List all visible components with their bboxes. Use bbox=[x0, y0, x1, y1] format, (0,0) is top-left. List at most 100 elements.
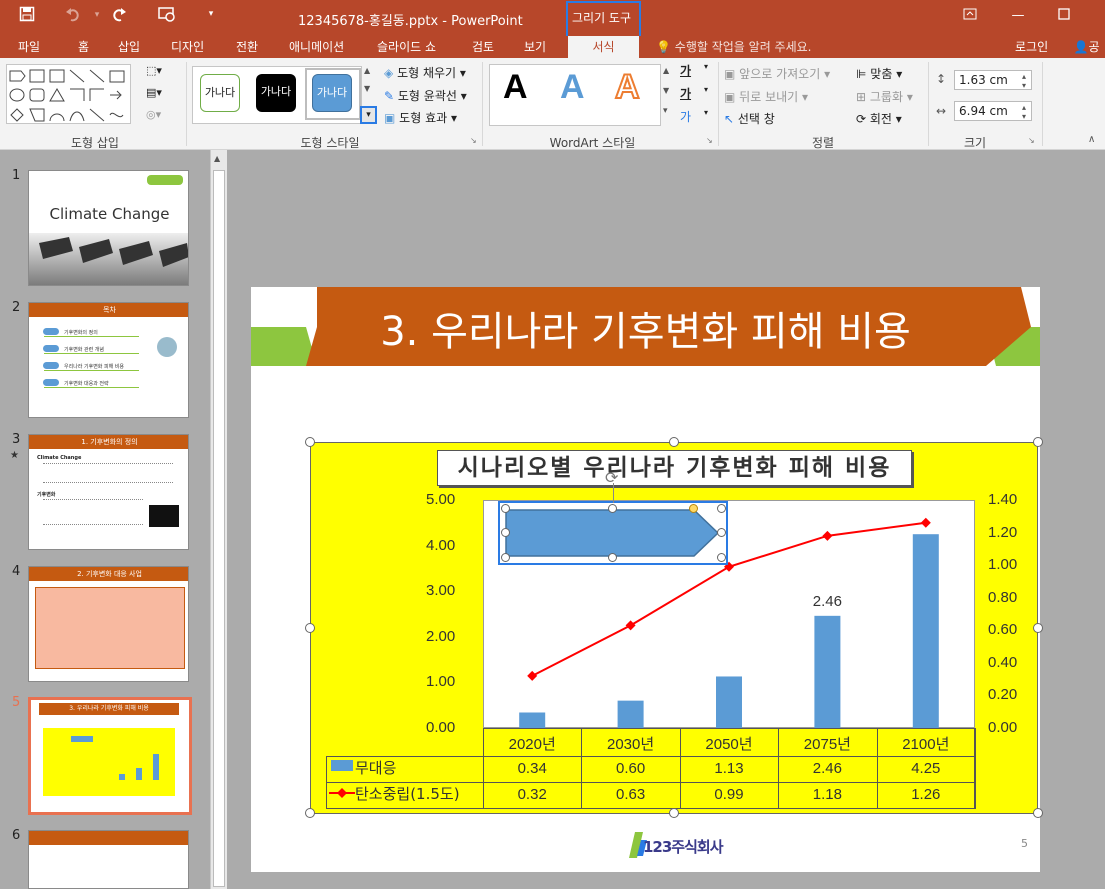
chart-resize-handle[interactable] bbox=[669, 437, 679, 447]
wordart-scroll-up-icon[interactable]: ▲ bbox=[663, 66, 669, 75]
undo-icon[interactable] bbox=[62, 6, 84, 26]
edit-shape-icon[interactable]: ⬚▾ bbox=[146, 64, 162, 77]
chart-resize-handle[interactable] bbox=[305, 623, 315, 633]
bar-2075년[interactable] bbox=[814, 615, 841, 728]
gallery-more-button[interactable]: ▾ bbox=[360, 106, 377, 124]
resize-handle[interactable] bbox=[717, 504, 726, 513]
chart-resize-handle[interactable] bbox=[669, 808, 679, 818]
shape-height-spinner-icon[interactable]: ▴ ▾ bbox=[1022, 72, 1026, 90]
line-marker-2020년[interactable] bbox=[527, 670, 538, 681]
merge-shapes-icon[interactable]: ◎▾ bbox=[146, 108, 161, 121]
line-marker-2030년[interactable] bbox=[625, 620, 636, 631]
undo-dropdown-icon[interactable]: ▾ bbox=[86, 10, 108, 20]
text-effects-button[interactable]: 가 bbox=[680, 108, 691, 125]
align-button[interactable]: ⊫ 맞춤 ▾ bbox=[856, 65, 902, 82]
tab-view[interactable]: 보기 bbox=[524, 38, 546, 55]
tab-design[interactable]: 디자인 bbox=[171, 38, 204, 55]
text-box-icon[interactable]: ▤▾ bbox=[146, 86, 162, 99]
dialog-launcher-icon[interactable]: ↘ bbox=[1028, 136, 1035, 145]
slide-thumbnail-6[interactable] bbox=[28, 830, 189, 889]
bar-2050년[interactable] bbox=[716, 676, 742, 728]
redo-icon[interactable] bbox=[108, 6, 130, 26]
wordart-more-icon[interactable]: ▾ bbox=[663, 106, 668, 116]
shape-effects-button[interactable]: ▣ 도형 효과 ▾ bbox=[384, 109, 457, 126]
shape-style-preset-1[interactable]: 가나다 bbox=[200, 74, 240, 112]
chart-resize-handle[interactable] bbox=[1033, 623, 1043, 633]
shape-width-input[interactable]: 6.94 cm bbox=[954, 101, 1032, 121]
resize-handle[interactable] bbox=[501, 504, 510, 513]
wordart-style-2[interactable]: A bbox=[560, 68, 585, 107]
resize-handle[interactable] bbox=[717, 553, 726, 562]
line-marker-2100년[interactable] bbox=[920, 517, 931, 528]
wordart-scroll-down-icon[interactable]: ▼ bbox=[663, 86, 669, 95]
shape-style-preset-3[interactable]: 가나다 bbox=[312, 74, 352, 112]
slide-canvas[interactable]: 3. 우리나라 기후변화 피해 비용 시나리오별 우리나라 기후변화 피해 비용… bbox=[251, 287, 1043, 872]
slide-thumbnail-2[interactable]: 목차 기후변화의 정의 기후변화 관련 개념 우리나라 기후변화 피해 비용 기… bbox=[28, 302, 189, 418]
slide-thumbnail-5[interactable]: 3. 우리나라 기후변화 피해 비용 bbox=[28, 697, 192, 815]
text-fill-button[interactable]: 가 bbox=[680, 62, 691, 79]
wordart-style-1[interactable]: A bbox=[503, 68, 528, 107]
scroll-up-icon[interactable]: ▲ bbox=[214, 154, 220, 163]
dialog-launcher-icon[interactable]: ↘ bbox=[706, 136, 713, 145]
chart-title[interactable]: 시나리오별 우리나라 기후변화 피해 비용 bbox=[437, 450, 912, 486]
selected-pentagon-arrow-shape[interactable] bbox=[504, 507, 722, 559]
tab-review[interactable]: 검토 bbox=[472, 38, 494, 55]
chart-resize-handle[interactable] bbox=[305, 808, 315, 818]
gallery-scroll-down-icon[interactable]: ▼ bbox=[364, 84, 370, 93]
bar-2030년[interactable] bbox=[617, 700, 644, 728]
shape-width-spinner-icon[interactable]: ▴ ▾ bbox=[1022, 103, 1026, 121]
ribbon-display-options-icon[interactable] bbox=[960, 8, 980, 24]
resize-handle[interactable] bbox=[501, 528, 510, 537]
text-outline-button[interactable]: 가 bbox=[680, 85, 691, 102]
tab-format[interactable]: 서식 bbox=[568, 36, 639, 58]
login-link[interactable]: 로그인 bbox=[1015, 38, 1048, 55]
slide-thumbnail-3[interactable]: 1. 기후변화의 정의 Climate Change 기후변화 bbox=[28, 434, 189, 550]
customize-toolbar-icon[interactable]: ▾ bbox=[200, 9, 222, 19]
dialog-launcher-icon[interactable]: ↘ bbox=[470, 136, 477, 145]
tab-slideshow[interactable]: 슬라이드 쇼 bbox=[377, 38, 436, 55]
shapes-gallery[interactable] bbox=[6, 64, 131, 124]
chart-resize-handle[interactable] bbox=[305, 437, 315, 447]
group-button[interactable]: ⊞ 그룹화 ▾ bbox=[856, 88, 913, 105]
resize-handle[interactable] bbox=[717, 528, 726, 537]
tell-me-box[interactable]: 💡 수행할 작업을 알려 주세요. bbox=[656, 38, 811, 55]
shape-fill-button[interactable]: ◈ 도형 채우기 ▾ bbox=[384, 64, 466, 81]
tab-animations[interactable]: 애니메이션 bbox=[289, 38, 344, 55]
minimize-icon[interactable]: — bbox=[1008, 8, 1028, 23]
adjust-handle[interactable] bbox=[689, 504, 698, 513]
slide-thumbnail-4[interactable]: 2. 기후변화 대응 사업 bbox=[28, 566, 189, 682]
resize-handle[interactable] bbox=[501, 553, 510, 562]
text-effects-dropdown-icon[interactable]: ▾ bbox=[704, 108, 708, 117]
slide-thumbnail-pane[interactable]: 1 Climate Change 2 목차 기후변화의 정의 기후변화 관련 개… bbox=[0, 150, 210, 889]
shape-height-input[interactable]: 1.63 cm bbox=[954, 70, 1032, 90]
selection-pane-button[interactable]: ↖ 선택 창 bbox=[724, 110, 775, 127]
save-icon[interactable] bbox=[16, 6, 38, 26]
slide-title[interactable]: 3. 우리나라 기후변화 피해 비용 bbox=[251, 299, 1040, 357]
collapse-ribbon-icon[interactable]: ∧ bbox=[1088, 134, 1095, 145]
thumbnail-scrollbar[interactable]: ▲ bbox=[210, 150, 227, 889]
wordart-style-3[interactable]: A bbox=[614, 67, 641, 107]
scroll-thumb[interactable] bbox=[213, 170, 225, 887]
text-fill-dropdown-icon[interactable]: ▾ bbox=[704, 62, 708, 71]
tab-insert[interactable]: 삽입 bbox=[118, 38, 140, 55]
chart-resize-handle[interactable] bbox=[1033, 437, 1043, 447]
rotate-handle-icon[interactable]: ⟳ bbox=[605, 468, 618, 487]
bring-forward-button[interactable]: ▣ 앞으로 가져오기 ▾ bbox=[724, 65, 830, 82]
send-backward-button[interactable]: ▣ 뒤로 보내기 ▾ bbox=[724, 88, 808, 105]
gallery-scroll-up-icon[interactable]: ▲ bbox=[364, 66, 370, 75]
slide-thumbnail-1[interactable]: Climate Change bbox=[28, 170, 189, 286]
rotate-button[interactable]: ⟳ 회전 ▾ bbox=[856, 110, 902, 127]
data-label[interactable]: 2.46 bbox=[813, 593, 842, 610]
tab-transitions[interactable]: 전환 bbox=[236, 38, 258, 55]
start-from-beginning-icon[interactable] bbox=[156, 6, 178, 26]
resize-handle[interactable] bbox=[608, 504, 617, 513]
maximize-icon[interactable] bbox=[1054, 8, 1074, 24]
text-outline-dropdown-icon[interactable]: ▾ bbox=[704, 85, 708, 94]
bar-2020년[interactable] bbox=[519, 712, 546, 728]
resize-handle[interactable] bbox=[608, 553, 617, 562]
shape-style-preset-2[interactable]: 가나다 bbox=[256, 74, 296, 112]
chart-resize-handle[interactable] bbox=[1033, 808, 1043, 818]
shape-outline-button[interactable]: ✎ 도형 윤곽선 ▾ bbox=[384, 87, 467, 104]
tab-home[interactable]: 홈 bbox=[78, 38, 89, 55]
bar-2100년[interactable] bbox=[912, 534, 939, 728]
